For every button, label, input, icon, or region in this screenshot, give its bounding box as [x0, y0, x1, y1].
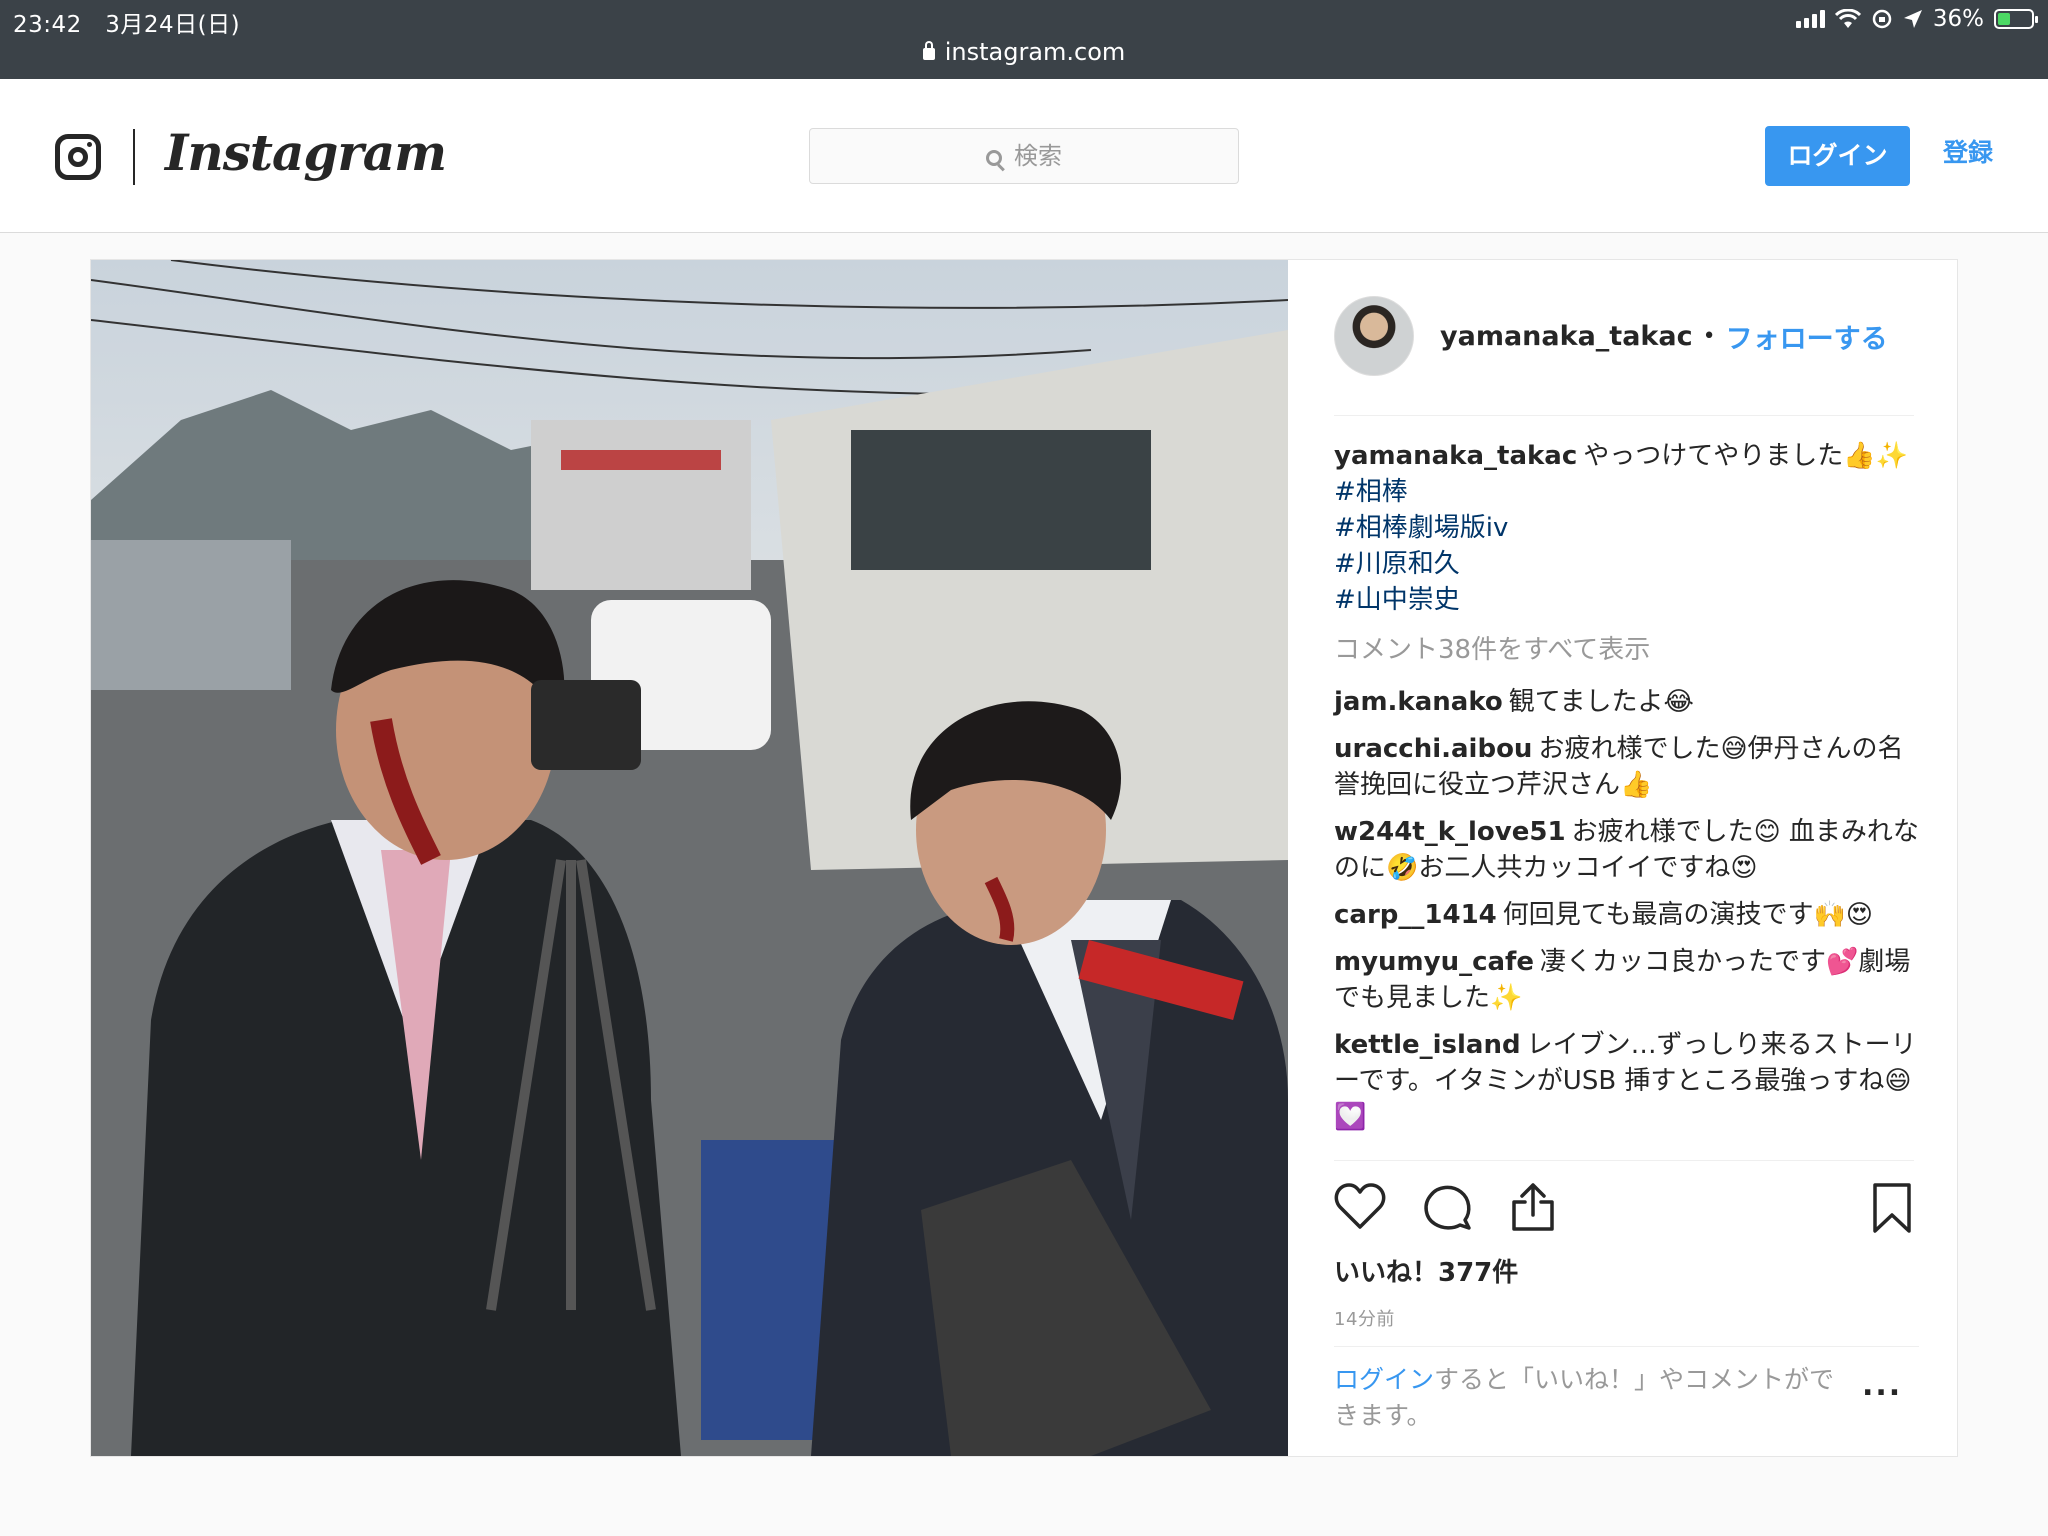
- login-button[interactable]: ログイン: [1765, 126, 1910, 186]
- separator-dot: •: [1702, 323, 1716, 349]
- hashtag-link[interactable]: #相棒: [1334, 474, 1924, 510]
- search-icon: [986, 150, 1002, 166]
- search-input[interactable]: 検索: [809, 128, 1239, 184]
- status-time: 23:42 3月24日(日): [13, 12, 241, 38]
- divider: [1334, 1346, 1919, 1347]
- caption-username[interactable]: yamanaka_takac: [1334, 441, 1577, 471]
- logo-divider: [133, 129, 135, 185]
- battery-percent: 36%: [1932, 6, 1984, 32]
- hashtag-link[interactable]: #川原和久: [1334, 546, 1924, 582]
- address-bar-url: instagram.com: [944, 38, 1126, 66]
- battery-icon: [1994, 9, 2038, 29]
- search-placeholder: 検索: [1014, 142, 1062, 170]
- instagram-wordmark[interactable]: Instagram: [165, 123, 447, 182]
- signup-link[interactable]: 登録: [1943, 133, 1993, 169]
- comment-username[interactable]: carp__1414: [1334, 900, 1497, 930]
- instagram-camera-glyph-icon[interactable]: [55, 134, 101, 180]
- post-actions: [1334, 1182, 1914, 1238]
- post-author-row: yamanaka_takac • フォローする: [1334, 296, 1914, 376]
- comment-text: 何回見ても最高の演技です🙌😍: [1502, 900, 1873, 930]
- cellular-signal-icon: [1795, 10, 1825, 28]
- browser-status-bar: 23:42 3月24日(日) 36% instagram.com: [0, 0, 2048, 79]
- view-all-comments-link[interactable]: コメント38件をすべて表示: [1334, 632, 1924, 668]
- comment-username[interactable]: jam.kanako: [1334, 687, 1503, 717]
- share-icon[interactable]: [1510, 1182, 1556, 1232]
- like-count[interactable]: いいね！377件: [1334, 1252, 1518, 1289]
- heart-icon[interactable]: [1334, 1182, 1386, 1230]
- comments-section: yamanaka_takac やっつけてやりました👍✨ #相棒 #相棒劇場版iv …: [1334, 438, 1924, 1146]
- address-bar[interactable]: instagram.com: [0, 38, 2048, 66]
- post-timestamp: 14分前: [1334, 1309, 1395, 1330]
- caption: yamanaka_takac やっつけてやりました👍✨ #相棒 #相棒劇場版iv …: [1334, 438, 1924, 618]
- divider: [1334, 1160, 1914, 1161]
- comment-item: uracchi.aibou お疲れ様でした😅伊丹さんの名誉挽回に役立つ芹沢さん👍: [1334, 731, 1924, 803]
- comment-item: kettle_island レイブン…ずっしり来るストーリーです。イタミンがUSB…: [1334, 1027, 1924, 1135]
- post-sidebar: yamanaka_takac • フォローする yamanaka_takac やっ…: [1288, 260, 1957, 1456]
- comment-username[interactable]: kettle_island: [1334, 1030, 1521, 1060]
- lock-icon: [922, 41, 935, 60]
- login-prompt: ログインすると「いいね！」やコメントができます。: [1334, 1362, 1854, 1434]
- caption-text: やっつけてやりました👍✨: [1583, 441, 1908, 471]
- rotation-lock-icon: [1872, 9, 1892, 29]
- comment-item: jam.kanako 観てましたよ😂: [1334, 684, 1924, 720]
- comment-username[interactable]: myumyu_cafe: [1334, 947, 1534, 977]
- comment-item: myumyu_cafe 凄くカッコ良かったです💕劇場でも見ました✨: [1334, 944, 1924, 1016]
- status-indicators: 36%: [1795, 6, 2038, 32]
- comment-bubble-icon[interactable]: [1422, 1182, 1472, 1232]
- location-arrow-icon: [1903, 10, 1922, 28]
- login-prompt-link[interactable]: ログイン: [1334, 1365, 1434, 1394]
- comment-username[interactable]: w244t_k_love51: [1334, 817, 1566, 847]
- wifi-icon: [1834, 9, 1861, 28]
- comment-username[interactable]: uracchi.aibou: [1334, 734, 1532, 764]
- bookmark-icon[interactable]: [1872, 1182, 1912, 1234]
- comment-item: w244t_k_love51 お疲れ様でした😊 血まみれなのに🤣お二人共カッコイイ…: [1334, 814, 1924, 886]
- follow-button[interactable]: フォローする: [1726, 317, 1888, 356]
- post-photo[interactable]: [91, 260, 1288, 1456]
- instagram-header: Instagram 検索 ログイン 登録: [0, 79, 2048, 233]
- comment-item: carp__1414 何回見ても最高の演技です🙌😍: [1334, 897, 1924, 933]
- divider: [1334, 415, 1914, 416]
- comment-text: 観てましたよ😂: [1508, 687, 1694, 717]
- hashtag-link[interactable]: #山中崇史: [1334, 582, 1924, 618]
- post-photo-illustration: [91, 260, 1288, 1456]
- hashtag-list: #相棒 #相棒劇場版iv #川原和久 #山中崇史: [1334, 474, 1924, 618]
- more-options-icon[interactable]: ...: [1862, 1368, 1902, 1403]
- author-username[interactable]: yamanaka_takac: [1440, 321, 1693, 352]
- hashtag-link[interactable]: #相棒劇場版iv: [1334, 510, 1924, 546]
- post-card: yamanaka_takac • フォローする yamanaka_takac やっ…: [90, 259, 1958, 1457]
- avatar[interactable]: [1334, 296, 1414, 376]
